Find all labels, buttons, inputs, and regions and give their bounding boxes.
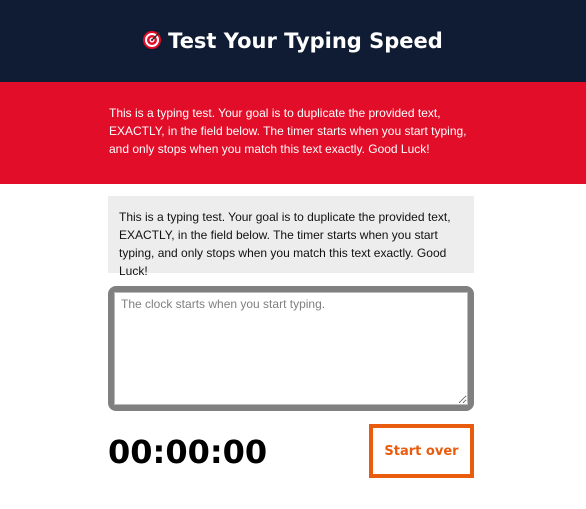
masthead: Test Your Typing Speed bbox=[0, 0, 586, 82]
page-title-text: Test Your Typing Speed bbox=[168, 29, 443, 53]
page-title: Test Your Typing Speed bbox=[143, 29, 443, 53]
target-icon bbox=[143, 30, 162, 49]
origin-text: This is a typing test. Your goal is to d… bbox=[119, 210, 451, 278]
test-area-wrapper bbox=[108, 286, 474, 411]
timer: 00:00:00 bbox=[108, 433, 268, 471]
intro-banner: This is a typing test. Your goal is to d… bbox=[0, 82, 586, 184]
intro-text: This is a typing test. Your goal is to d… bbox=[109, 106, 467, 156]
test-input[interactable] bbox=[114, 292, 468, 405]
start-over-button[interactable]: Start over bbox=[369, 424, 474, 478]
origin-text-box: This is a typing test. Your goal is to d… bbox=[108, 196, 474, 278]
